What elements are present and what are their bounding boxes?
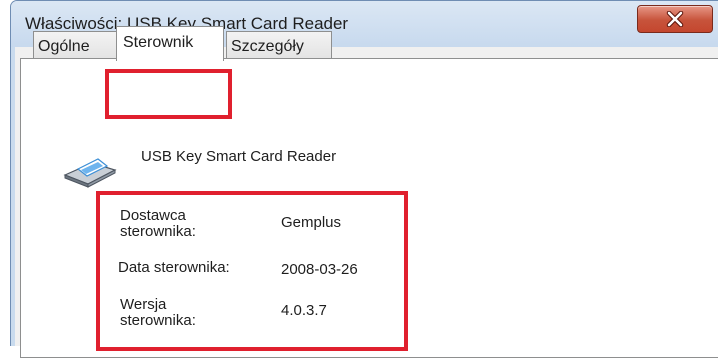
annotation-box-driver-tab: [105, 69, 232, 119]
device-name: USB Key Smart Card Reader: [141, 148, 337, 165]
tab-driver[interactable]: Sterownik: [116, 26, 224, 61]
tab-details[interactable]: Szczegóły: [226, 31, 332, 59]
annotation-box-driver-info: [96, 191, 408, 351]
close-button[interactable]: [637, 5, 713, 33]
tab-general[interactable]: Ogólne: [33, 31, 119, 59]
smart-card-reader-icon: [63, 158, 117, 188]
close-icon: [666, 11, 684, 27]
tab-general-label: Ogólne: [38, 38, 90, 55]
tab-details-label: Szczegóły: [231, 38, 304, 55]
tab-driver-label: Sterownik: [123, 34, 194, 51]
